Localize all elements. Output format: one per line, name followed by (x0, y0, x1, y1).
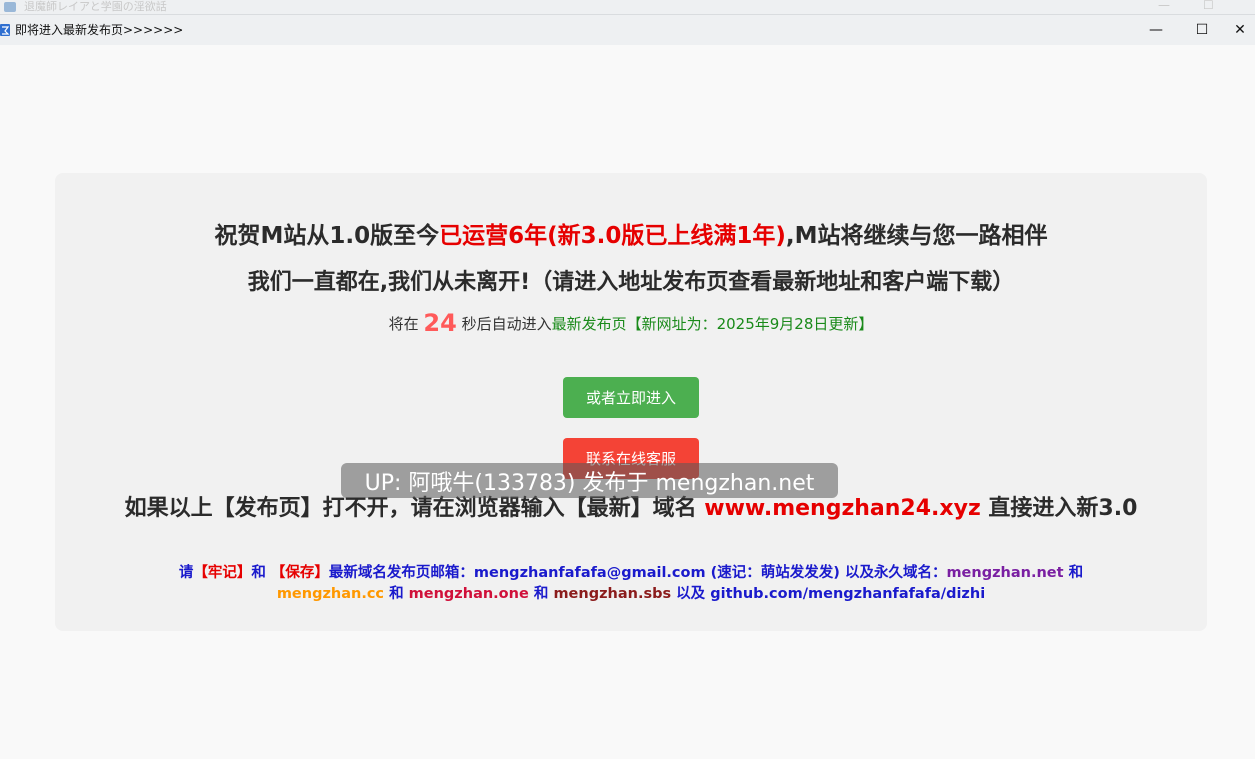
headline-anniversary: 祝贺M站从1.0版至今已运营6年(新3.0版已上线满1年),M站将继续与您一路相… (55, 216, 1207, 250)
domain-link-net[interactable]: mengzhan.net (946, 565, 1063, 581)
countdown-suffix: 秒后自动进入 (461, 315, 552, 333)
window-titlebar: 即将进入最新发布页>>>>>> — ☐ ✕ (0, 14, 1255, 45)
footer-save: 【保存】 (270, 565, 329, 581)
footer-text: 和 (251, 565, 266, 581)
countdown-prefix: 将在 (388, 315, 419, 333)
domain-link-cc[interactable]: mengzhan.cc (277, 586, 384, 602)
minimize-icon: — (1149, 22, 1163, 38)
footer-text: 请 (178, 565, 194, 581)
background-window-title: 退魔師レイアと学園の淫欲話 (24, 0, 167, 13)
footer-remember: 【牢记】 (193, 565, 252, 581)
close-button[interactable]: ✕ (1225, 15, 1255, 45)
headline-always-here: 我们一直都在,我们从未离开!（请进入地址发布页查看最新地址和客户端下载） (247, 270, 1015, 295)
countdown-seconds: 24 (423, 309, 457, 337)
announcement-card: 祝贺M站从1.0版至今已运营6年(新3.0版已上线满1年),M站将继续与您一路相… (55, 173, 1207, 631)
fallback-domain-notice: 如果以上【发布页】打不开，请在浏览器输入【最新】域名 www.mengzhan2… (115, 495, 1147, 523)
app-icon (0, 24, 10, 36)
fallback-text: 如果以上【发布页】打不开，请在浏览器输入【最新】域名 (124, 496, 697, 521)
footer-email-text: 最新域名发布页邮箱：mengzhanfafafa@gmail.com (速记：萌… (328, 565, 947, 581)
maximize-icon: ☐ (1203, 0, 1214, 12)
update-note: 【新网址为：2025年9月28日更新】 (626, 315, 874, 333)
headline-text: 祝贺M站从1.0版至今 (214, 223, 440, 249)
domain-list-footer: 请【牢记】和 【保存】最新域名发布页邮箱：mengzhanfafafa@gmai… (145, 563, 1117, 605)
footer-text: 和 (533, 586, 549, 602)
close-icon: ✕ (1234, 22, 1246, 38)
headline-text-end: ,M站将继续与您一路相伴 (785, 223, 1048, 249)
maximize-icon: ☐ (1195, 22, 1209, 38)
footer-text: 和 (389, 586, 404, 602)
watermark-overlay: UP: 阿哦牛(133783) 发布于 mengzhan.net (341, 463, 838, 498)
app-icon (4, 2, 16, 12)
latest-domain-link[interactable]: www.mengzhan24.xyz (704, 496, 980, 521)
enter-now-button[interactable]: 或者立即进入 (563, 377, 699, 418)
minimize-icon: — (1158, 0, 1170, 12)
minimize-button[interactable]: — (1133, 15, 1179, 45)
headline-highlight: 已运营6年(新3.0版已上线满1年) (439, 223, 786, 249)
domain-link-one[interactable]: mengzhan.one (409, 586, 529, 602)
background-window-titlebar: 退魔師レイアと学園の淫欲話 — ☐ (0, 0, 1255, 14)
domain-link-sbs[interactable]: mengzhan.sbs (553, 586, 671, 602)
maximize-button[interactable]: ☐ (1179, 15, 1225, 45)
fallback-text-end: 直接进入新3.0 (988, 496, 1138, 521)
footer-text: 和 (1068, 565, 1084, 581)
countdown-line: 将在 24 秒后自动进入最新发布页【新网址为：2025年9月28日更新】 (55, 309, 1207, 337)
window-title: 即将进入最新发布页>>>>>> (15, 23, 184, 37)
release-page-link[interactable]: 最新发布页 (552, 315, 627, 333)
github-link[interactable]: 以及 github.com/mengzhanfafafa/dizhi (676, 586, 985, 602)
